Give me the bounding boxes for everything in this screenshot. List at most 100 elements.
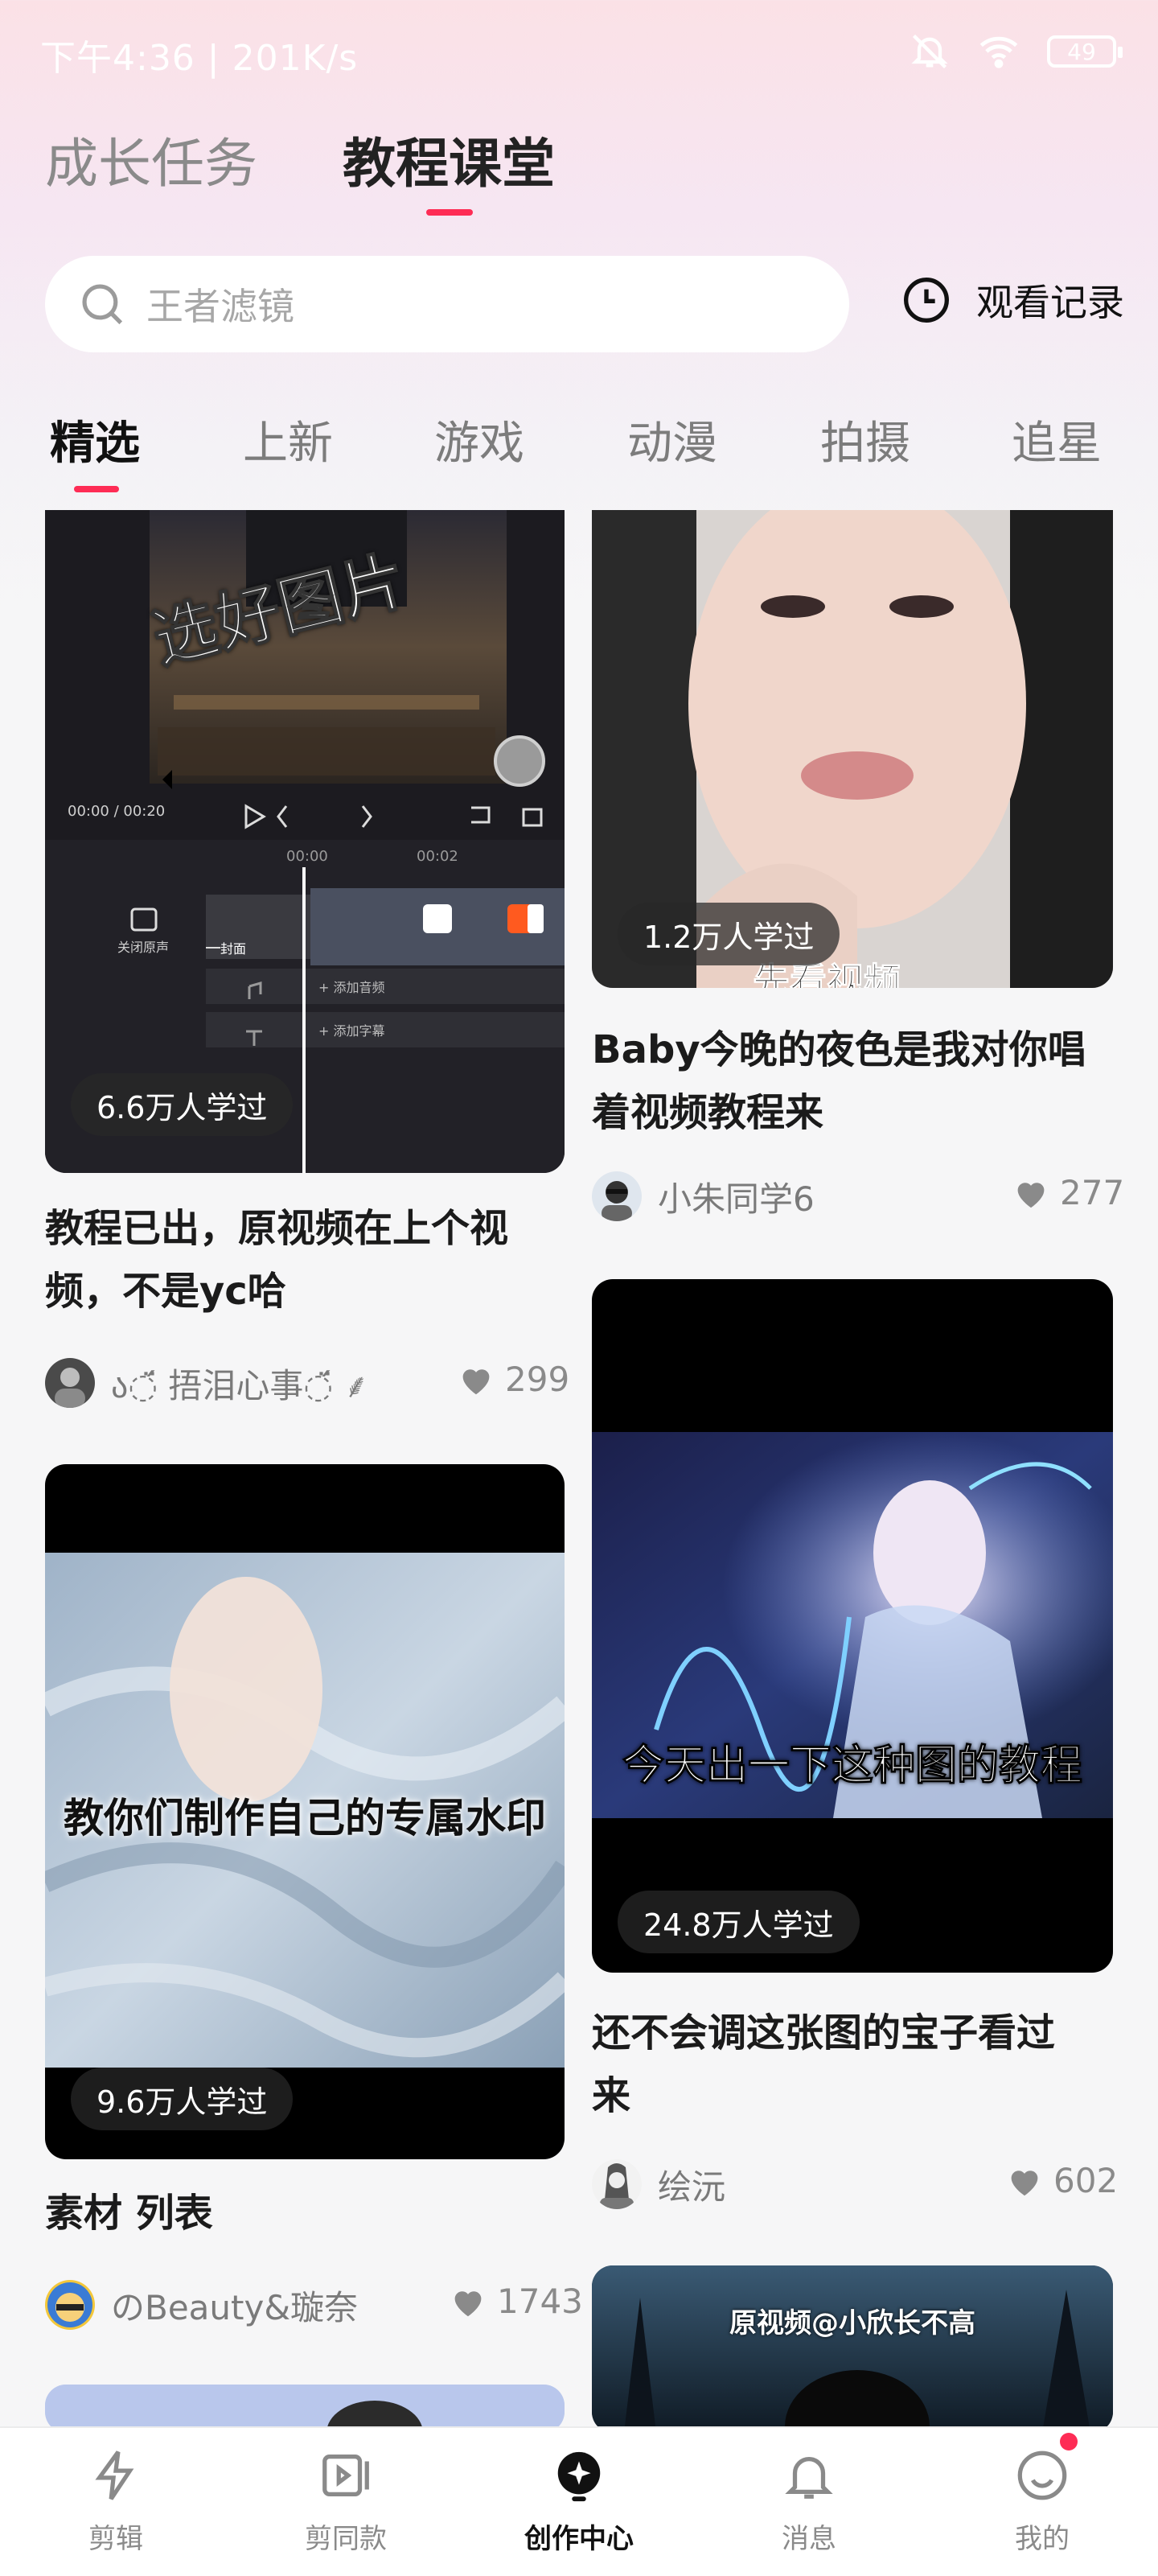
watch-history-button[interactable]: 观看记录 <box>901 274 1124 327</box>
category-tab-new[interactable]: 上新 <box>243 407 333 472</box>
category-tab-featured[interactable]: 精选 <box>50 407 140 472</box>
learners-badge: 24.8万人学过 <box>618 1891 860 1953</box>
fantasy-art-image <box>592 1432 1113 1818</box>
thumbnail-caption: 今天出一下这种图的教程 <box>622 1742 1082 1791</box>
clock-icon <box>904 278 949 323</box>
avatar-image <box>600 2163 634 2209</box>
avatar-image <box>602 1181 632 1221</box>
card-title-line: 频，不是yc哈 <box>45 1269 286 1314</box>
bell-muted-icon <box>911 34 948 69</box>
thumbnail-caption: 原视频@小欣长不高 <box>729 2307 975 2339</box>
editor-add-audio-label: + 添加音频 <box>318 980 385 995</box>
card-title[interactable]: 素材 列表 <box>45 2182 576 2245</box>
nav-creator-center[interactable]: 创作中心 <box>499 2447 659 2556</box>
search-placeholder: 王者滤镜 <box>146 285 294 328</box>
author-name: ა◌̈́ 捂泪心事◌̈́ ⸙ <box>111 1365 369 1405</box>
smiley-icon <box>1017 2450 1067 2500</box>
status-icons: 49 <box>909 27 1123 76</box>
like-count[interactable]: 602 <box>1007 2161 1118 2200</box>
card-author[interactable]: 绘沅 <box>592 2159 725 2209</box>
nav-profile[interactable]: 我的 <box>962 2447 1123 2556</box>
thumbnail-caption: 教你们制作自己的专属水印 <box>64 1795 546 1841</box>
tab-growth-tasks[interactable]: 成长任务 <box>45 121 257 198</box>
tab-tutorial-classroom[interactable]: 教程课堂 <box>343 121 555 198</box>
tutorial-card-thumbnail[interactable]: 选好图片 00:00 / 00:20 00:00 00:02 关闭原声 封面 +… <box>45 510 565 1173</box>
video-template-icon <box>322 2455 369 2496</box>
avatar <box>592 1171 642 1221</box>
editor-ruler-mark: 00:02 <box>417 848 458 865</box>
search-icon <box>82 284 123 325</box>
card-author[interactable]: のBeauty&璇奈 <box>45 2280 358 2330</box>
card-title-line: 教程已出，原视频在上个视 <box>45 1206 509 1251</box>
category-tab-games[interactable]: 游戏 <box>434 407 524 472</box>
bell-icon <box>785 2456 833 2499</box>
avatar <box>592 2159 642 2209</box>
search-input[interactable]: 王者滤镜 <box>45 256 849 352</box>
author-name: のBeauty&璇奈 <box>111 2287 359 2327</box>
avatar-image <box>47 2282 92 2327</box>
nav-edit[interactable]: 剪辑 <box>35 2447 196 2556</box>
card-author[interactable]: 小朱同学6 <box>592 1171 815 1221</box>
author-name: 绘沅 <box>658 2167 726 2207</box>
creator-icon <box>557 2451 601 2502</box>
wifi-icon <box>979 36 1018 68</box>
lightning-icon <box>95 2450 134 2500</box>
nav-label: 我的 <box>1015 2523 1070 2555</box>
avatar-image <box>55 1368 85 1408</box>
like-count-value: 602 <box>1053 2161 1119 2200</box>
nav-label: 消息 <box>782 2523 836 2555</box>
like-count-value: 277 <box>1060 1173 1125 1212</box>
card-title[interactable]: Baby今晚的夜色是我对你唱 着视频教程来 <box>592 1018 1123 1144</box>
card-title[interactable]: 还不会调这张图的宝子看过 来 <box>592 2002 1123 2127</box>
like-count[interactable]: 277 <box>1013 1173 1124 1212</box>
editor-timecode: 00:00 / 00:20 <box>68 803 166 820</box>
tutorial-card-thumbnail[interactable]: 教你们制作自己的专属水印 9.6万人学过 <box>45 1464 565 2159</box>
learners-badge: 9.6万人学过 <box>71 2068 294 2130</box>
heart-icon <box>1017 1182 1045 1208</box>
battery-icon: 49 <box>1047 35 1123 68</box>
heart-icon <box>454 2290 482 2316</box>
learners-badge: 1.2万人学过 <box>618 903 840 965</box>
watch-history-label: 观看记录 <box>976 281 1124 324</box>
card-title-line: 还不会调这张图的宝子看过 <box>592 2010 1056 2055</box>
card-author[interactable]: ა◌̈́ 捂泪心事◌̈́ ⸙ <box>45 1358 369 1408</box>
card-title-line: Baby今晚的夜色是我对你唱 <box>592 1027 1086 1072</box>
nav-messages[interactable]: 消息 <box>729 2447 889 2556</box>
category-tab-shooting[interactable]: 拍摄 <box>820 407 910 472</box>
editor-cover-label: 封面 <box>220 941 247 957</box>
author-name: 小朱同学6 <box>658 1179 815 1219</box>
nav-label: 剪辑 <box>88 2523 143 2555</box>
like-count[interactable]: 1743 <box>450 2282 583 2321</box>
category-active-indicator <box>74 486 119 492</box>
like-count-value: 1743 <box>497 2282 583 2321</box>
heart-icon <box>1011 2170 1038 2195</box>
learners-badge: 6.6万人学过 <box>71 1073 294 1136</box>
tab-active-indicator <box>426 209 473 216</box>
status-time: 下午4:36 | 201K/s <box>40 38 359 79</box>
category-tab-celebrity[interactable]: 追星 <box>1012 407 1102 472</box>
editor-add-subtitle-label: + 添加字幕 <box>318 1023 385 1039</box>
thumbnail-peek <box>45 2385 565 2433</box>
forest-image <box>592 2265 1113 2433</box>
avatar <box>45 2280 95 2330</box>
card-title-line: 素材 列表 <box>45 2191 213 2236</box>
status-bar: 下午4:36 | 201K/s 49 <box>0 0 1158 97</box>
like-count[interactable]: 299 <box>458 1360 569 1399</box>
category-tab-anime[interactable]: 动漫 <box>627 407 717 472</box>
card-title[interactable]: 教程已出，原视频在上个视 频，不是yc哈 <box>45 1197 576 1323</box>
avatar <box>45 1358 95 1408</box>
tutorial-card-thumbnail[interactable] <box>45 2385 565 2433</box>
tutorial-card-thumbnail[interactable]: 今天出一下这种图的教程 24.8万人学过 <box>592 1279 1113 1973</box>
notification-dot <box>1060 2433 1078 2450</box>
tutorial-card-thumbnail[interactable]: 先看视频 1.2万人学过 <box>592 510 1113 988</box>
editor-ruler-start: 00:00 <box>286 848 328 865</box>
nav-template[interactable]: 剪同款 <box>265 2447 426 2556</box>
card-title-line: 来 <box>592 2073 631 2118</box>
card-title-line: 着视频教程来 <box>592 1090 824 1135</box>
tutorial-card-thumbnail[interactable]: 原视频@小欣长不高 <box>592 2265 1113 2433</box>
bottom-navigation: 剪辑 剪同款 创作中心 消息 我的 <box>0 2426 1158 2576</box>
heart-icon <box>462 1368 490 1394</box>
nav-label: 剪同款 <box>305 2523 387 2555</box>
battery-level: 49 <box>1067 38 1096 65</box>
nav-label: 创作中心 <box>524 2523 634 2555</box>
